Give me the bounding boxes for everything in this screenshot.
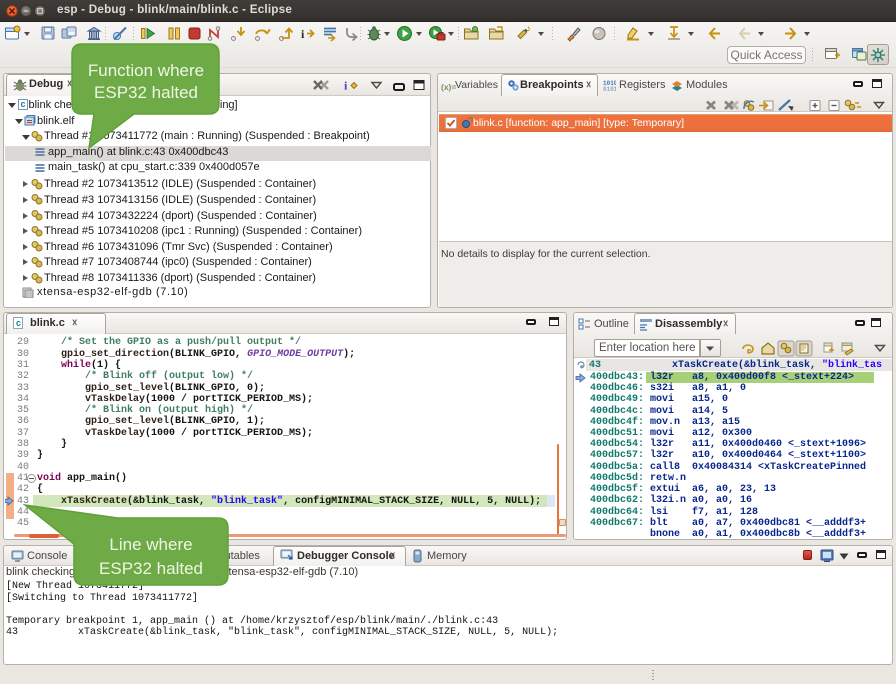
svg-text:Line where: Line where	[109, 535, 192, 554]
svg-text:0101: 0101	[603, 86, 616, 92]
svg-text:Function where: Function where	[88, 61, 204, 80]
svg-text:ESP32 halted: ESP32 halted	[94, 83, 198, 102]
svg-text:i: i	[344, 79, 348, 93]
svg-text:i: i	[301, 27, 305, 41]
svg-text:ESP32 halted: ESP32 halted	[99, 559, 203, 578]
